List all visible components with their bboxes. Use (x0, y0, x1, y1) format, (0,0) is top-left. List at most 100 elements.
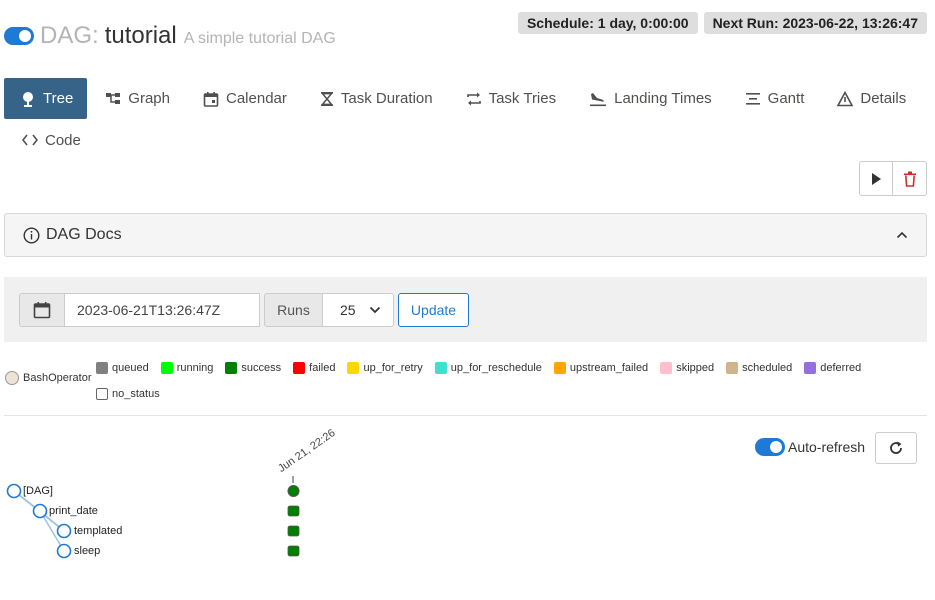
operator-legend: BashOperator (5, 371, 91, 385)
divider (4, 415, 927, 416)
state-legend-items: queued running success failed up_for_retry up… (96, 361, 896, 401)
dag-docs-panel[interactable]: DAG Docs (4, 213, 927, 257)
legend-item-scheduled: scheduled (726, 361, 792, 375)
tab-label: Code (45, 131, 81, 149)
tree-node-print-date[interactable] (32, 503, 48, 519)
legend-item-deferred: deferred (804, 361, 861, 375)
tree-view: [DAG] print_date templated sleep Jun 21,… (0, 427, 400, 580)
trigger-dag-button[interactable] (859, 161, 893, 196)
plane-landing-icon (590, 92, 607, 106)
tree-node-label: print_date (49, 505, 98, 517)
legend-label: running (176, 362, 214, 374)
tab-label: Landing Times (614, 90, 712, 107)
legend-swatch (660, 362, 673, 374)
delete-dag-button[interactable] (893, 161, 927, 196)
calendar-icon (203, 91, 219, 107)
task-instance-square[interactable] (287, 545, 300, 557)
chevron-up-icon[interactable] (896, 231, 908, 239)
date-picker-button[interactable] (19, 293, 65, 327)
legend-item-upstream-failed: upstream_failed (553, 361, 649, 375)
operator-circle (5, 371, 19, 385)
auto-refresh-label: Auto-refresh (788, 439, 866, 455)
dag-prefix: DAG: (40, 22, 99, 49)
legend-swatch (293, 362, 306, 374)
tab-label: Task Tries (488, 90, 557, 107)
hourglass-icon (320, 91, 333, 106)
dag-description: A simple tutorial DAG (183, 30, 336, 47)
tab-label: Gantt (767, 90, 805, 107)
tab-label: Details (860, 90, 907, 107)
code-icon (22, 134, 38, 146)
tree-filter-form: Runs 25 Update (4, 277, 927, 342)
legend-item-queued: queued (96, 361, 149, 375)
legend-item-failed: failed (293, 361, 335, 375)
auto-refresh: Auto-refresh (755, 438, 865, 456)
refresh-button[interactable] (875, 432, 917, 464)
runs-select-value: 25 (340, 302, 356, 318)
tab-details[interactable]: Details (819, 78, 921, 119)
tab-calendar[interactable]: Calendar (185, 78, 302, 119)
tree-node-label: [DAG] (23, 485, 53, 497)
tab-label: Task Duration (340, 90, 433, 107)
graph-icon (106, 92, 121, 104)
dag-header: DAG: tutorial A simple tutorial DAG (4, 18, 336, 54)
legend-swatch (804, 362, 817, 374)
schedule-badge: Schedule: 1 day, 0:00:00 (517, 12, 698, 34)
legend-label: skipped (676, 362, 715, 374)
legend-swatch (553, 362, 566, 374)
legend-item-up-for-retry: up_for_retry (347, 361, 423, 375)
legend-swatch (726, 362, 739, 374)
legend-swatch (434, 362, 447, 374)
next-run-badge: Next Run: 2023-06-22, 13:26:47 (703, 12, 927, 34)
tab-landing-times[interactable]: Landing Times (571, 78, 727, 119)
legend-swatch (225, 362, 238, 374)
tree-node-label: templated (74, 525, 123, 537)
auto-refresh-toggle[interactable] (755, 438, 785, 456)
dag-run-circle[interactable] (287, 485, 300, 497)
tab-label: Tree (43, 90, 74, 107)
runs-select[interactable]: 25 (322, 293, 394, 327)
tab-label: Graph (128, 90, 170, 107)
tree-icon (23, 91, 33, 107)
runs-label: Runs (264, 293, 323, 327)
tab-gantt[interactable]: Gantt (727, 78, 820, 119)
legend-label: upstream_failed (569, 362, 649, 374)
dag-name: tutorial (104, 22, 177, 49)
base-date-input[interactable] (64, 293, 260, 327)
tree-node-sleep[interactable] (56, 543, 72, 559)
dag-pause-toggle[interactable] (4, 27, 34, 45)
dag-nav-tabs: Tree Graph Calendar Task Duration Task T… (4, 78, 929, 160)
tab-tree[interactable]: Tree (4, 78, 88, 119)
repeat-icon (466, 92, 481, 105)
legend-label: deferred (820, 362, 862, 374)
legend-swatch (160, 362, 173, 374)
tab-code[interactable]: Code (4, 120, 96, 161)
dag-docs-title: DAG Docs (46, 226, 122, 243)
tree-node-templated[interactable] (56, 523, 72, 539)
tab-task-tries[interactable]: Task Tries (448, 78, 572, 119)
update-button[interactable]: Update (398, 293, 469, 327)
tab-label: Calendar (226, 90, 287, 107)
play-icon (872, 172, 881, 185)
refresh-icon (890, 441, 902, 454)
legend-label: queued (112, 362, 149, 374)
legend-label: up_for_reschedule (450, 362, 542, 374)
legend-label: up_for_retry (363, 362, 423, 374)
dag-actions (859, 161, 927, 196)
tree-node-dag[interactable] (6, 483, 22, 499)
task-instance-square[interactable] (287, 525, 300, 537)
gantt-icon (745, 92, 760, 105)
chevron-down-icon (369, 306, 381, 314)
info-icon (23, 226, 40, 244)
legend-item-running: running (160, 361, 214, 375)
tab-graph[interactable]: Graph (87, 78, 185, 119)
calendar-icon (33, 302, 51, 319)
legend-swatch (96, 362, 108, 374)
task-instance-square[interactable] (287, 505, 300, 517)
schedule-badges: Schedule: 1 day, 0:00:00 Next Run: 2023-… (517, 12, 927, 34)
tab-task-duration[interactable]: Task Duration (302, 78, 448, 119)
legend-label: no_status (112, 388, 160, 400)
legend-item-up-for-reschedule: up_for_reschedule (434, 361, 542, 375)
legend-label: scheduled (742, 362, 793, 374)
warning-triangle-icon (837, 90, 854, 106)
